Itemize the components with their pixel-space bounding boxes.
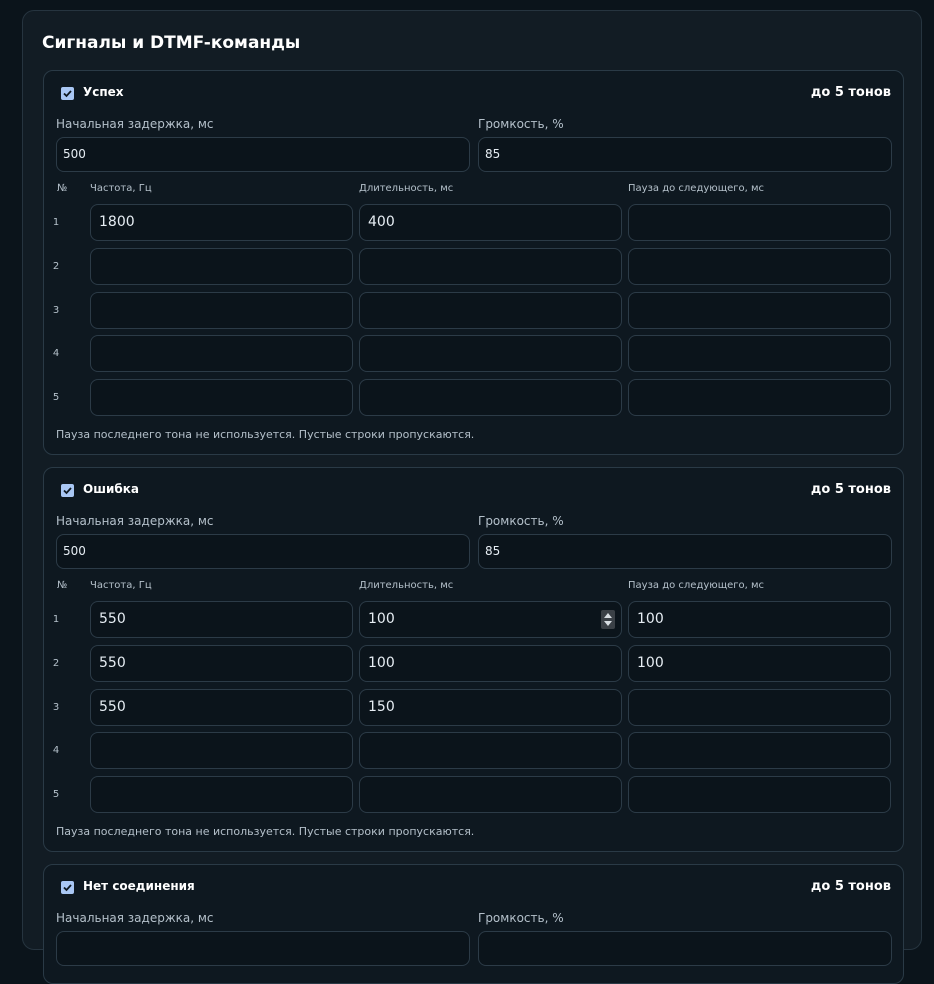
volume-label: Громкость, % bbox=[478, 911, 564, 925]
card-name: Ошибка bbox=[83, 482, 139, 496]
volume-input[interactable]: 85 bbox=[478, 137, 892, 172]
row-number: 5 bbox=[52, 392, 60, 403]
frequency-input[interactable] bbox=[90, 335, 353, 372]
pause-input[interactable] bbox=[628, 335, 891, 372]
pause-column-header: Пауза до следующего, мс bbox=[628, 183, 765, 194]
card-name: Нет соединения bbox=[83, 879, 195, 893]
pause-input[interactable] bbox=[628, 292, 891, 329]
frequency-input[interactable]: 550 bbox=[90, 645, 353, 682]
tone-limit: до 5 тонов bbox=[810, 482, 891, 497]
duration-value: 100 bbox=[368, 611, 395, 627]
duration-input[interactable] bbox=[359, 776, 622, 813]
frequency-input[interactable] bbox=[90, 732, 353, 769]
enabled-checkbox[interactable] bbox=[61, 881, 74, 894]
frequency-column-header: Частота, Гц bbox=[90, 183, 152, 194]
pause-input[interactable] bbox=[628, 689, 891, 726]
frequency-column-header: Частота, Гц bbox=[90, 580, 152, 591]
pause-input[interactable] bbox=[628, 379, 891, 416]
signal-card-error: Ошибка до 5 тонов Начальная задержка, мс… bbox=[43, 467, 904, 852]
num-column-header: № bbox=[57, 183, 68, 194]
row-number: 1 bbox=[52, 614, 60, 625]
frequency-input[interactable]: 550 bbox=[90, 689, 353, 726]
enabled-checkbox[interactable] bbox=[61, 87, 74, 100]
duration-input[interactable] bbox=[359, 379, 622, 416]
initial-delay-label: Начальная задержка, мс bbox=[56, 911, 214, 925]
tone-limit: до 5 тонов bbox=[810, 879, 891, 894]
duration-input[interactable]: 100 bbox=[359, 645, 622, 682]
enabled-checkbox[interactable] bbox=[61, 484, 74, 497]
spin-up-icon[interactable] bbox=[604, 613, 612, 618]
number-spinner[interactable] bbox=[601, 610, 615, 629]
row-number: 3 bbox=[52, 305, 60, 316]
check-icon bbox=[63, 90, 72, 98]
card-header: Нет соединения до 5 тонов bbox=[44, 865, 903, 909]
section-title: Сигналы и DTMF-команды bbox=[42, 33, 301, 53]
signal-card-no-connection: Нет соединения до 5 тонов Начальная заде… bbox=[43, 864, 904, 984]
signals-panel: Сигналы и DTMF-команды Успех до 5 тонов … bbox=[22, 10, 922, 984]
initial-delay-label: Начальная задержка, мс bbox=[56, 117, 214, 131]
row-number: 3 bbox=[52, 702, 60, 713]
pause-input[interactable] bbox=[628, 204, 891, 241]
initial-delay-label: Начальная задержка, мс bbox=[56, 514, 214, 528]
hint-note: Пауза последнего тона не используется. П… bbox=[56, 825, 475, 838]
duration-input[interactable]: 400 bbox=[359, 204, 622, 241]
row-number: 2 bbox=[52, 658, 60, 669]
pause-input[interactable] bbox=[628, 732, 891, 769]
signal-card-success: Успех до 5 тонов Начальная задержка, мс … bbox=[43, 70, 904, 455]
card-header: Ошибка до 5 тонов bbox=[44, 468, 903, 512]
pause-input[interactable] bbox=[628, 248, 891, 285]
check-icon bbox=[63, 487, 72, 495]
duration-input[interactable] bbox=[359, 335, 622, 372]
volume-label: Громкость, % bbox=[478, 117, 564, 131]
initial-delay-input[interactable]: 500 bbox=[56, 137, 470, 172]
row-number: 4 bbox=[52, 348, 60, 359]
frequency-input[interactable]: 550 bbox=[90, 601, 353, 638]
duration-input[interactable] bbox=[359, 292, 622, 329]
hint-note: Пауза последнего тона не используется. П… bbox=[56, 428, 475, 441]
volume-label: Громкость, % bbox=[478, 514, 564, 528]
pause-input[interactable]: 100 bbox=[628, 645, 891, 682]
duration-column-header: Длительность, мс bbox=[359, 183, 454, 194]
duration-input[interactable] bbox=[359, 732, 622, 769]
volume-input[interactable]: 85 bbox=[478, 534, 892, 569]
row-number: 4 bbox=[52, 745, 60, 756]
duration-column-header: Длительность, мс bbox=[359, 580, 454, 591]
initial-delay-input[interactable]: 500 bbox=[56, 534, 470, 569]
frequency-input[interactable] bbox=[90, 776, 353, 813]
row-number: 2 bbox=[52, 261, 60, 272]
duration-input[interactable] bbox=[359, 248, 622, 285]
duration-input[interactable]: 150 bbox=[359, 689, 622, 726]
volume-input[interactable] bbox=[478, 931, 892, 966]
frequency-input[interactable] bbox=[90, 292, 353, 329]
num-column-header: № bbox=[57, 580, 68, 591]
frequency-input[interactable] bbox=[90, 379, 353, 416]
row-number: 1 bbox=[52, 217, 60, 228]
pause-column-header: Пауза до следующего, мс bbox=[628, 580, 765, 591]
duration-input[interactable]: 100 bbox=[359, 601, 622, 638]
card-header: Успех до 5 тонов bbox=[44, 71, 903, 115]
row-number: 5 bbox=[52, 789, 60, 800]
initial-delay-input[interactable] bbox=[56, 931, 470, 966]
spin-down-icon[interactable] bbox=[604, 621, 612, 626]
tone-limit: до 5 тонов bbox=[810, 85, 891, 100]
frequency-input[interactable]: 1800 bbox=[90, 204, 353, 241]
pause-input[interactable] bbox=[628, 776, 891, 813]
card-name: Успех bbox=[83, 85, 124, 99]
frequency-input[interactable] bbox=[90, 248, 353, 285]
pause-input[interactable]: 100 bbox=[628, 601, 891, 638]
check-icon bbox=[63, 884, 72, 892]
